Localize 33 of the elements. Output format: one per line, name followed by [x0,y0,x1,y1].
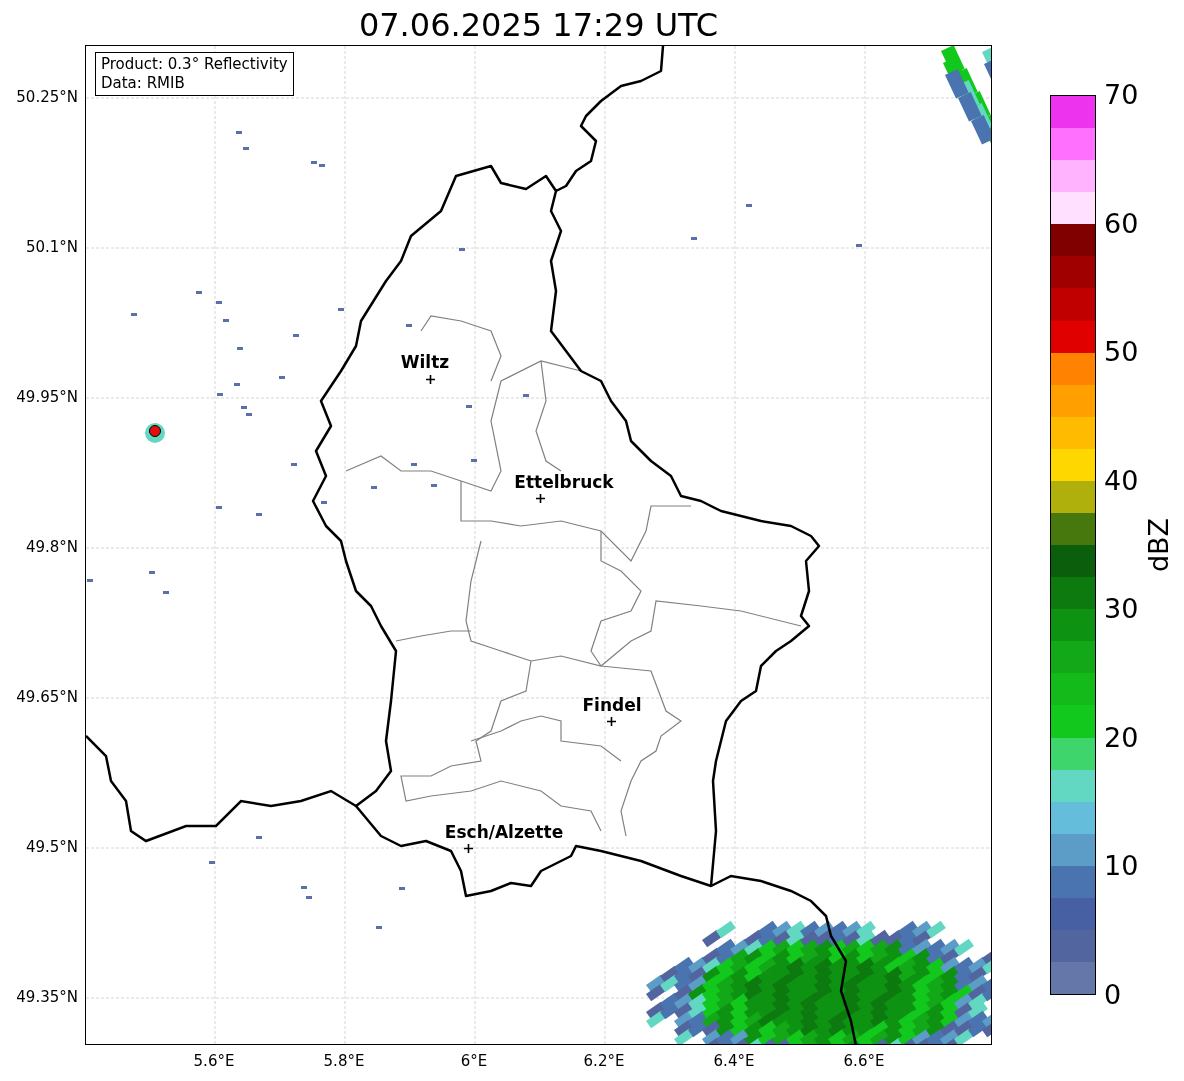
scale-unit-label: dBZ [1144,517,1174,573]
latitude-label: 49.5°N [25,838,78,856]
scale-value: 50 [1104,337,1139,368]
scale-value: 60 [1104,208,1139,239]
latitude-label: 49.35°N [16,988,78,1006]
longitude-label: 6.6°E [843,1052,885,1070]
longitude-label: 5.8°E [323,1052,365,1070]
place-marker-icon [536,494,545,503]
latitude-label: 49.95°N [16,388,78,406]
longitude-label: 6°E [460,1052,488,1070]
place-label: Wiltz [400,352,450,372]
place-label: Ettelbruck [514,472,614,492]
legend-text: Product: 0.3° Reflectivity [101,55,288,74]
scale-value: 10 [1104,851,1139,882]
legend-text: Data: RMIB [101,74,186,93]
scale-value: 70 [1104,80,1139,110]
place-marker-icon [607,717,616,726]
place-label: Findel [582,695,642,715]
longitude-label: 6.2°E [583,1052,625,1070]
longitude-label: 5.6°E [193,1052,235,1070]
chart-title: 07.06.2025 17:29 UTC [358,5,719,45]
place-marker-icon [426,375,435,384]
scale-value: 30 [1104,594,1139,625]
place-label: Esch/Alzette [444,822,564,842]
longitude-label: 6.4°E [713,1052,755,1070]
latitude-label: 50.25°N [16,88,78,106]
latitude-label: 49.65°N [16,688,78,706]
place-marker-icon [464,844,473,853]
latitude-label: 50.1°N [25,238,78,256]
scale-value: 0 [1104,980,1122,1010]
latitude-label: 49.8°N [25,538,78,556]
scale-value: 40 [1104,465,1139,496]
scale-value: 20 [1104,722,1139,753]
